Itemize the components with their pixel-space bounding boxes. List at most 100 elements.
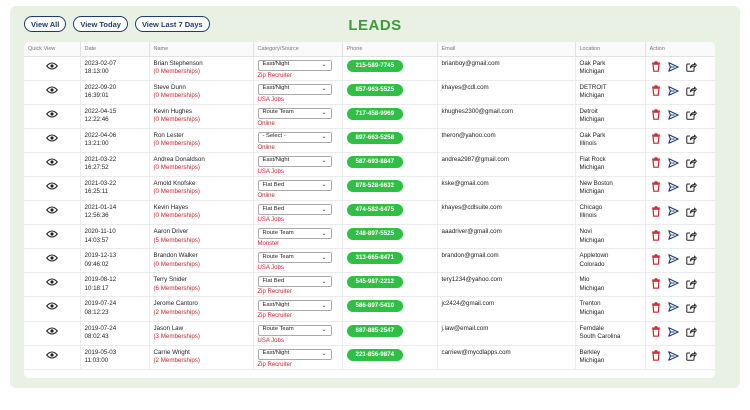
category-select[interactable]: Flat Bed ⌄: [257, 204, 332, 216]
export-icon[interactable]: [686, 277, 698, 289]
eye-icon[interactable]: [45, 278, 58, 289]
phone-button[interactable]: 897-663-5258: [346, 131, 404, 144]
category-select[interactable]: Route Team ⌄: [257, 228, 332, 240]
category-select-value: East/Night: [262, 302, 290, 309]
trash-icon[interactable]: [650, 181, 662, 193]
phone-button[interactable]: 857-963-5525: [346, 83, 404, 96]
trash-icon[interactable]: [650, 229, 662, 241]
export-icon[interactable]: [686, 326, 698, 338]
export-icon[interactable]: [686, 205, 698, 217]
category-select-value: Flat Bed: [262, 181, 285, 188]
export-icon[interactable]: [686, 85, 698, 97]
eye-icon[interactable]: [45, 302, 58, 313]
lead-name[interactable]: Terry Snider: [154, 276, 253, 284]
send-icon[interactable]: [668, 109, 680, 121]
send-icon[interactable]: [668, 133, 680, 145]
phone-button[interactable]: 587-693-8847: [346, 155, 404, 168]
row-actions: [650, 228, 716, 241]
eye-icon[interactable]: [45, 254, 58, 265]
lead-name[interactable]: Jerome Cantoro: [154, 300, 253, 308]
export-icon[interactable]: [686, 350, 698, 362]
phone-button[interactable]: 215-589-7745: [346, 59, 404, 72]
trash-icon[interactable]: [650, 85, 662, 97]
send-icon[interactable]: [668, 229, 680, 241]
chevron-down-icon: ⌄: [321, 326, 327, 333]
trash-icon[interactable]: [650, 253, 662, 265]
lead-name[interactable]: Brian Stephenson: [154, 60, 253, 68]
trash-icon[interactable]: [650, 277, 662, 289]
category-select[interactable]: Route Team ⌄: [257, 107, 332, 119]
trash-icon[interactable]: [650, 109, 662, 121]
category-select[interactable]: East/Night ⌄: [257, 348, 332, 360]
send-icon[interactable]: [668, 157, 680, 169]
eye-icon[interactable]: [45, 158, 58, 169]
eye-icon[interactable]: [45, 182, 58, 193]
category-select[interactable]: Route Team ⌄: [257, 252, 332, 264]
lead-name[interactable]: Jason Law: [154, 325, 253, 333]
phone-button[interactable]: 545-987-2212: [346, 276, 404, 289]
eye-icon[interactable]: [45, 86, 58, 97]
send-icon[interactable]: [668, 205, 680, 217]
lead-name[interactable]: Steve Dunn: [154, 84, 253, 92]
category-select[interactable]: Route Team ⌄: [257, 324, 332, 336]
send-icon[interactable]: [668, 253, 680, 265]
phone-button[interactable]: 878-528-6632: [346, 179, 404, 192]
trash-icon[interactable]: [650, 350, 662, 362]
lead-name[interactable]: Aaron Driver: [154, 228, 253, 236]
eye-icon[interactable]: [45, 134, 58, 145]
lead-name[interactable]: Arnold Knofske: [154, 180, 253, 188]
lead-name[interactable]: Andrea Donaldson: [154, 156, 253, 164]
send-icon[interactable]: [668, 301, 680, 313]
send-icon[interactable]: [668, 181, 680, 193]
trash-icon[interactable]: [650, 205, 662, 217]
send-icon[interactable]: [668, 277, 680, 289]
category-select[interactable]: East/Night ⌄: [257, 59, 332, 71]
eye-icon[interactable]: [45, 326, 58, 338]
eye-icon[interactable]: [45, 61, 58, 73]
export-icon[interactable]: [686, 229, 698, 241]
phone-button[interactable]: 474-582-6475: [346, 204, 404, 217]
lead-name[interactable]: Brandon Walker: [154, 252, 253, 260]
lead-name[interactable]: Ron Lester: [154, 132, 253, 140]
eye-icon[interactable]: [45, 230, 58, 241]
category-select[interactable]: - Select - ⌄: [257, 131, 332, 143]
export-icon[interactable]: [686, 181, 698, 193]
category-select[interactable]: Flat Bed ⌄: [257, 276, 332, 288]
lead-name[interactable]: Carrie Wright: [154, 349, 253, 357]
eye-icon[interactable]: [45, 351, 58, 362]
trash-icon[interactable]: [650, 157, 662, 169]
export-icon[interactable]: [686, 61, 698, 73]
export-icon[interactable]: [686, 133, 698, 145]
phone-button[interactable]: 717-458-9969: [346, 107, 404, 120]
trash-icon[interactable]: [650, 133, 662, 145]
lead-name[interactable]: Kevin Hayes: [154, 204, 253, 212]
send-icon[interactable]: [668, 85, 680, 97]
phone-button[interactable]: 248-897-5525: [346, 228, 404, 241]
trash-icon[interactable]: [650, 326, 662, 338]
category-select-value: East/Night: [262, 85, 290, 92]
trash-icon[interactable]: [650, 61, 662, 73]
eye-icon[interactable]: [45, 110, 58, 121]
quick-view-cell: [24, 176, 81, 202]
send-icon[interactable]: [668, 61, 680, 73]
send-icon[interactable]: [668, 350, 680, 362]
category-select[interactable]: East/Night ⌄: [257, 155, 332, 167]
export-icon[interactable]: [686, 109, 698, 121]
export-icon[interactable]: [686, 253, 698, 265]
lead-name[interactable]: Kevin Hughes: [154, 108, 253, 116]
phone-button[interactable]: 586-897-5410: [346, 300, 404, 313]
column-header-category: Category/Source: [253, 42, 343, 57]
category-select[interactable]: Flat Bed ⌄: [257, 179, 332, 191]
send-icon[interactable]: [668, 326, 680, 338]
trash-icon[interactable]: [650, 301, 662, 313]
category-select[interactable]: East/Night ⌄: [257, 83, 332, 95]
category-select[interactable]: East/Night ⌄: [257, 300, 332, 312]
phone-button[interactable]: 313-665-8471: [346, 252, 404, 265]
location-city: Novi: [579, 228, 592, 236]
chevron-down-icon: ⌄: [321, 86, 327, 93]
export-icon[interactable]: [686, 301, 698, 313]
phone-button[interactable]: 687-885-2547: [346, 324, 404, 337]
phone-button[interactable]: 221-856-9874: [346, 348, 404, 361]
export-icon[interactable]: [686, 157, 698, 169]
eye-icon[interactable]: [45, 206, 58, 217]
